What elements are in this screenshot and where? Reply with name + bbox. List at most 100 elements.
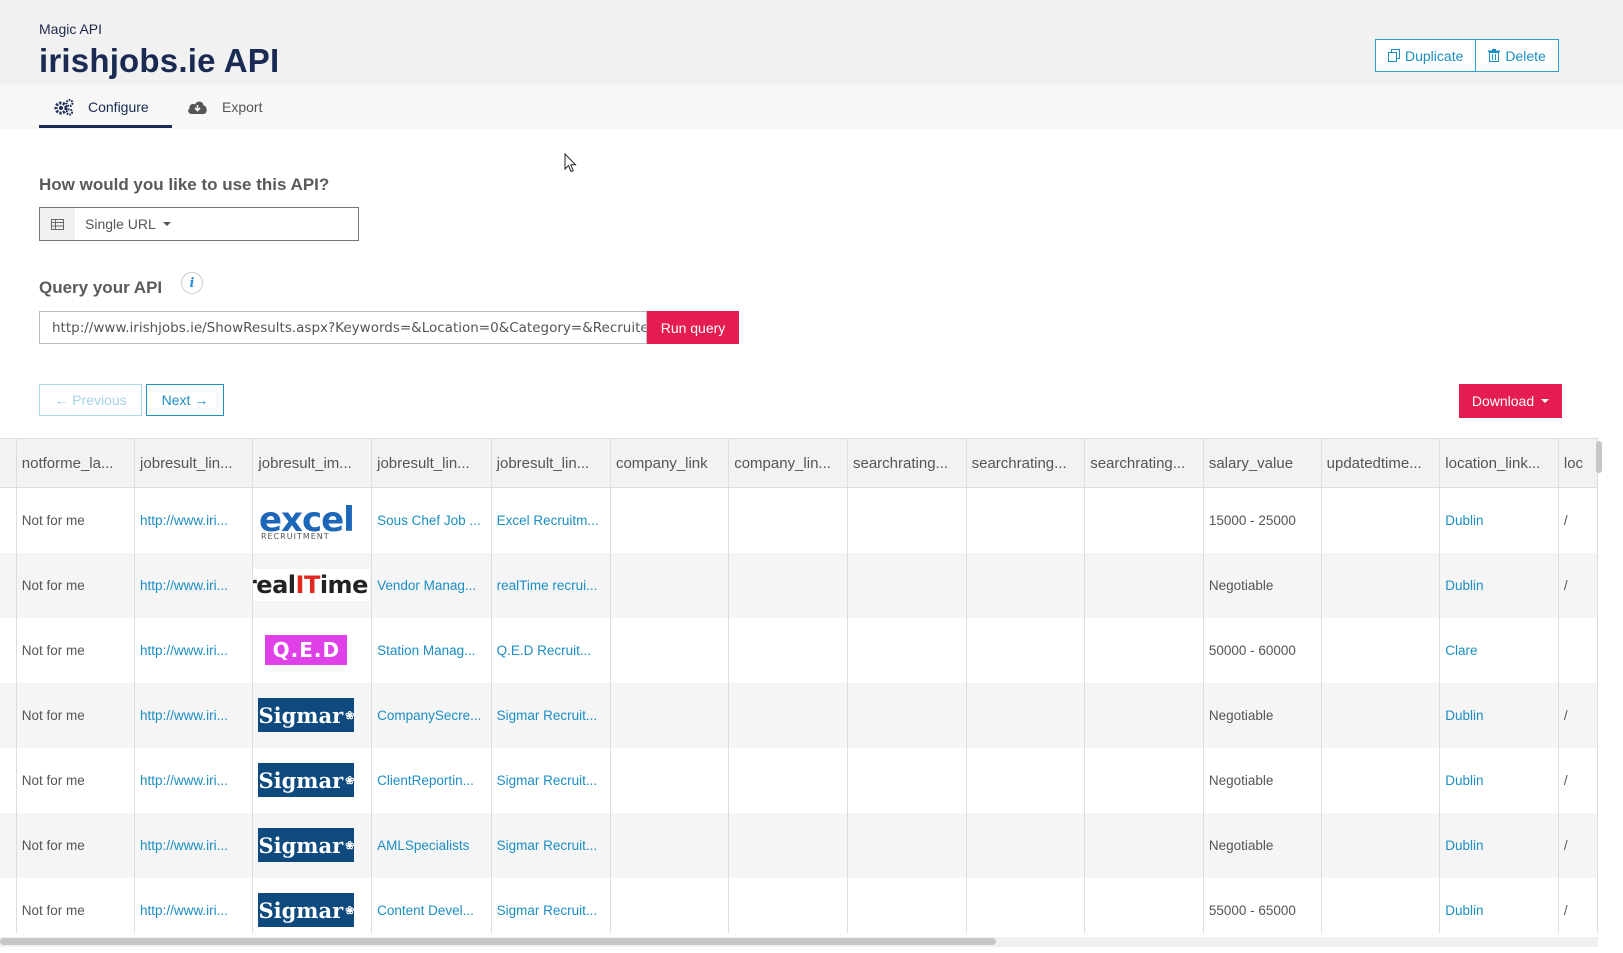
company-name-cell[interactable]: Sigmar Recruit... [491,682,611,748]
company-logo-cell: Sigmar ❀ [252,747,373,813]
location-cell[interactable]: Dublin [1439,552,1559,618]
table-row[interactable]: Not for me http://www.iri... Sigmar ❀ Client… [0,747,1598,813]
company-name-cell[interactable]: Sigmar Recruit... [491,747,611,813]
job-link-cell[interactable]: http://www.iri... [134,747,254,813]
extra-cell [1558,617,1598,683]
table-row[interactable]: Not for mehttp://www.iri...realITimeVend… [0,552,1598,618]
page-title: irishjobs.ie API [39,42,280,79]
previous-page-button[interactable]: ← Previous [39,384,142,416]
delete-label: Delete [1505,47,1546,64]
tab-export-label: Export [222,99,263,115]
next-page-button[interactable]: Next → [146,384,224,416]
company-name-cell[interactable]: realTime recrui... [491,552,611,618]
search-rating-cell [847,617,967,683]
company-name-cell[interactable]: Sigmar Recruit... [491,877,611,933]
not-for-me-cell: Not for me [16,682,136,748]
job-title-cell[interactable]: Sous Chef Job ... [371,487,492,553]
info-icon[interactable]: i [181,272,203,294]
column-header[interactable]: salary_value [1203,438,1322,488]
realtime-logo: realITime [252,569,370,601]
delete-button[interactable]: Delete [1476,39,1559,72]
search-rating-cell [966,877,1086,933]
location-cell[interactable]: Dublin [1439,487,1559,553]
column-header[interactable]: searchrating... [966,438,1086,488]
salary-cell: Negotiable [1203,552,1322,618]
company-link-2-cell [728,747,848,813]
job-link-cell[interactable]: http://www.iri... [134,552,254,618]
job-title-cell[interactable]: CompanySecre... [371,682,492,748]
download-button[interactable]: Download [1459,384,1562,418]
job-link-cell[interactable]: http://www.iri... [134,617,254,683]
results-table: notforme_la... jobresult_lin... jobresul… [0,438,1598,933]
breadcrumb[interactable]: Magic API [39,21,102,37]
not-for-me-cell: Not for me [16,487,136,553]
updated-time-cell [1321,747,1441,813]
company-name-cell[interactable]: Sigmar Recruit... [491,812,611,878]
search-rating-cell [847,747,967,813]
location-cell[interactable]: Dublin [1439,812,1559,878]
company-link-cell [610,617,730,683]
job-title-cell[interactable]: Station Manag... [371,617,492,683]
run-query-button[interactable]: Run query [647,311,739,344]
table-row[interactable]: Not for me http://www.iri... Sigmar ❀ AMLSpe… [0,812,1598,878]
company-link-cell [610,487,730,553]
updated-time-cell [1321,552,1441,618]
usage-mode-select[interactable]: Single URL [39,207,359,241]
sigmar-logo: Sigmar ❀ [258,828,355,862]
butterfly-icon: ❀ [345,773,355,787]
column-header[interactable]: searchrating... [847,438,967,488]
horizontal-scrollbar-thumb[interactable] [0,938,996,945]
tab-configure[interactable]: Configure [54,85,149,129]
table-header-row: notforme_la... jobresult_lin... jobresul… [0,438,1598,488]
column-header[interactable]: jobresult_lin... [134,438,254,488]
query-url-input[interactable]: http://www.irishjobs.ie/ShowResults.aspx… [39,311,647,344]
search-rating-cell [966,552,1086,618]
column-header[interactable]: jobresult_lin... [491,438,611,488]
extra-cell: / [1558,552,1598,618]
job-link-cell[interactable]: http://www.iri... [134,682,254,748]
column-header[interactable]: company_lin... [728,438,848,488]
column-header[interactable]: company_link [610,438,730,488]
excel-logo: excel RECRUITMENT [259,503,355,541]
job-link-cell[interactable]: http://www.iri... [134,877,254,933]
company-name-cell[interactable]: Excel Recruitm... [491,487,611,553]
location-cell[interactable]: Dublin [1439,682,1559,748]
search-rating-cell [1084,877,1204,933]
column-header[interactable]: jobresult_im... [252,438,373,488]
column-header[interactable]: loc [1558,438,1598,488]
job-link-cell[interactable]: http://www.iri... [134,812,254,878]
table-row[interactable]: Not for me http://www.iri... Sigmar ❀ Compan… [0,682,1598,748]
company-link-2-cell [728,812,848,878]
duplicate-button[interactable]: Duplicate [1375,39,1477,72]
location-cell[interactable]: Dublin [1439,747,1559,813]
job-title-cell[interactable]: Vendor Manag... [371,552,492,618]
search-rating-cell [1084,812,1204,878]
page: Magic API irishjobs.ie API Duplicate Del… [0,0,1623,953]
logo-text: Sigmar [258,897,344,923]
job-title-cell[interactable]: Content Devel... [371,877,492,933]
column-header[interactable]: searchrating... [1084,438,1204,488]
vertical-scrollbar-thumb[interactable] [1596,441,1602,473]
company-logo: Q.E.D [258,632,354,668]
job-title-cell[interactable]: ClientReportin... [371,747,492,813]
job-title-cell[interactable]: AMLSpecialists [371,812,492,878]
column-header[interactable]: updatedtime... [1321,438,1441,488]
location-cell[interactable]: Clare [1439,617,1559,683]
results-table-viewport[interactable]: notforme_la... jobresult_lin... jobresul… [0,438,1598,933]
column-header[interactable]: notforme_la... [16,438,136,488]
table-row[interactable]: Not for me http://www.iri... excel RECRUITM… [0,487,1598,553]
job-link-cell[interactable]: http://www.iri... [134,487,254,553]
chevron-down-icon [1541,399,1550,403]
table-row[interactable]: Not for me http://www.iri... Sigmar ❀ Conten… [0,877,1598,933]
company-name-cell[interactable]: Q.E.D Recruit... [491,617,611,683]
search-rating-cell [1084,617,1204,683]
row-spacer [0,487,17,553]
search-rating-cell [847,682,967,748]
logo-text-accent: IT [295,571,321,599]
location-cell[interactable]: Dublin [1439,877,1559,933]
tab-export[interactable]: Export [187,85,262,129]
table-row[interactable]: Not for me http://www.iri... Q.E.D Station … [0,617,1598,683]
column-header[interactable]: location_link... [1439,438,1559,488]
search-rating-cell [847,552,967,618]
column-header[interactable]: jobresult_lin... [371,438,492,488]
